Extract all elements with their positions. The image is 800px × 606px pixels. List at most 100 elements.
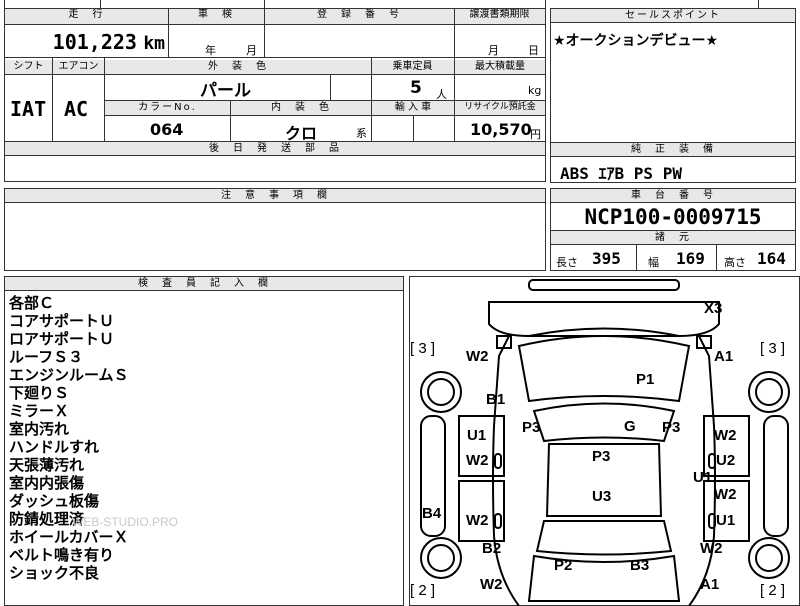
width-label: 幅: [648, 256, 659, 269]
damage-mark: U1: [467, 427, 487, 444]
damage-mark: W2: [714, 486, 737, 503]
color-no-header: カラーNo.: [105, 101, 230, 115]
rear-window-outline: [535, 520, 673, 556]
mileage-number: 101,223: [52, 30, 137, 54]
handle: [494, 513, 502, 529]
sales-point-header: セールスポイント: [551, 9, 795, 23]
body-left-outline: [492, 335, 520, 606]
damage-mark: W2: [466, 452, 489, 469]
sales-point-box: [550, 8, 796, 143]
damage-mark: W2: [480, 576, 503, 593]
front-bumper-shape: [488, 301, 720, 337]
damage-mark: P3: [592, 448, 611, 465]
inspector-header: 検 査 員 記 入 欄: [5, 277, 403, 291]
length-value: 395: [592, 249, 621, 268]
inspection-month-unit: 月: [246, 44, 257, 57]
damage-mark: P2: [554, 557, 573, 574]
inspector-note: 各部Ｃ: [9, 294, 55, 312]
damage-mark: W2: [466, 512, 489, 529]
tire-mark-rear-left: [ 2 ]: [410, 582, 436, 599]
exterior-color-value: パール: [200, 81, 251, 101]
inspector-note: 室内汚れ: [9, 420, 70, 438]
hood-outline: [517, 335, 691, 403]
damage-mark: B1: [486, 391, 506, 408]
inspector-note: ミラーＸ: [9, 402, 70, 420]
damage-mark: B3: [630, 557, 650, 574]
damage-mark: A1: [714, 348, 734, 365]
damage-mark: P1: [636, 371, 655, 388]
handle: [708, 453, 716, 469]
tire-mark-rear-right: [ 2 ]: [760, 582, 786, 599]
damage-mark: P3: [662, 419, 681, 436]
transfer-day-unit: 日: [528, 44, 539, 57]
transfer-header: 譲渡書類期限: [454, 8, 545, 24]
left-rear-door: [458, 480, 505, 542]
shift-value: IAT: [10, 97, 47, 121]
damage-mark: W2: [466, 348, 489, 365]
damage-mark: B4: [422, 505, 442, 522]
capacity-header: 乗車定員: [371, 60, 454, 74]
later-parts-header: 後 日 発 送 部 品: [5, 142, 545, 156]
recycle-unit: 円: [530, 128, 541, 141]
trunk-outline: [527, 554, 681, 602]
mileage-unit: km: [143, 33, 165, 54]
ac-header: エアコン: [53, 60, 104, 74]
damage-mark: U1: [716, 512, 736, 529]
inspector-note: 室内内張傷: [9, 474, 85, 492]
color-no-value: 064: [150, 120, 184, 139]
damage-mark: G: [624, 418, 636, 435]
mileage-header: 走 行: [5, 8, 168, 24]
exterior-color-header: 外 装 色: [105, 60, 371, 74]
shift-header: シフト: [5, 60, 52, 74]
handle: [708, 513, 716, 529]
inspection-year-unit: 年: [205, 44, 216, 57]
width-value: 169: [676, 249, 705, 268]
recycle-header: リサイクル預託金: [455, 101, 545, 115]
damage-mark: B2: [482, 540, 502, 557]
transfer-month-unit: 月: [488, 44, 499, 57]
mileage-value: 101,223 km: [40, 30, 165, 54]
windshield-outline: [532, 402, 676, 443]
inspector-note: ショック不良: [9, 564, 100, 582]
front-bumper-outline: [528, 279, 680, 291]
watermark: WEB-STUDIO.PRO: [72, 515, 179, 529]
right-sill: [763, 415, 789, 537]
damage-mark: W2: [700, 540, 723, 557]
dims-header: 諸 元: [551, 231, 795, 245]
inspector-note: ホイールカバーＸ: [9, 528, 129, 546]
inspector-note: ダッシュ板傷: [9, 492, 100, 510]
caution-header: 注 意 事 項 欄: [5, 189, 545, 203]
damage-mark: U3: [592, 488, 612, 505]
damage-mark: U1: [693, 469, 713, 486]
tire-mark-front-left: [ 3 ]: [410, 340, 436, 357]
genuine-equipment-header: 純 正 装 備: [551, 143, 795, 157]
inspector-note: ルーフＳ３: [9, 348, 84, 366]
ac-value: AC: [64, 97, 89, 121]
cowl-line: [528, 327, 680, 337]
inspector-note: 下廻りＳ: [9, 384, 70, 402]
genuine-equipment-text: ABS ｴｱB PS PW: [560, 164, 682, 183]
height-label: 高さ: [724, 256, 746, 269]
capacity-value: 5: [410, 78, 422, 98]
inspection-header: 車 検: [168, 8, 264, 24]
inspector-note: ロアサポートＵ: [9, 330, 115, 348]
inspector-note: ベルト鳴き有り: [9, 546, 115, 564]
damage-mark: P3: [522, 419, 541, 436]
recycle-value: 10,570: [470, 120, 532, 139]
max-load-header: 最大積載量: [455, 60, 545, 74]
inspector-note: エンジンルームＳ: [9, 366, 129, 384]
damage-mark: W2: [714, 427, 737, 444]
damage-mark: U2: [716, 452, 736, 469]
tire-mark-front-right: [ 3 ]: [760, 340, 786, 357]
max-load-unit: kg: [528, 84, 542, 97]
damage-mark: A1: [700, 576, 720, 593]
damage-mark: X3: [704, 300, 723, 317]
chassis-header: 車 台 番 号: [551, 189, 795, 203]
interior-color-suffix: 系: [356, 127, 367, 140]
height-value: 164: [757, 249, 786, 268]
registration-header: 登 録 番 号: [264, 8, 454, 24]
inspector-note: コアサポートＵ: [9, 312, 115, 330]
capacity-unit: 人: [436, 88, 447, 101]
inspector-note: 天張薄汚れ: [9, 456, 85, 474]
handle: [494, 453, 502, 469]
